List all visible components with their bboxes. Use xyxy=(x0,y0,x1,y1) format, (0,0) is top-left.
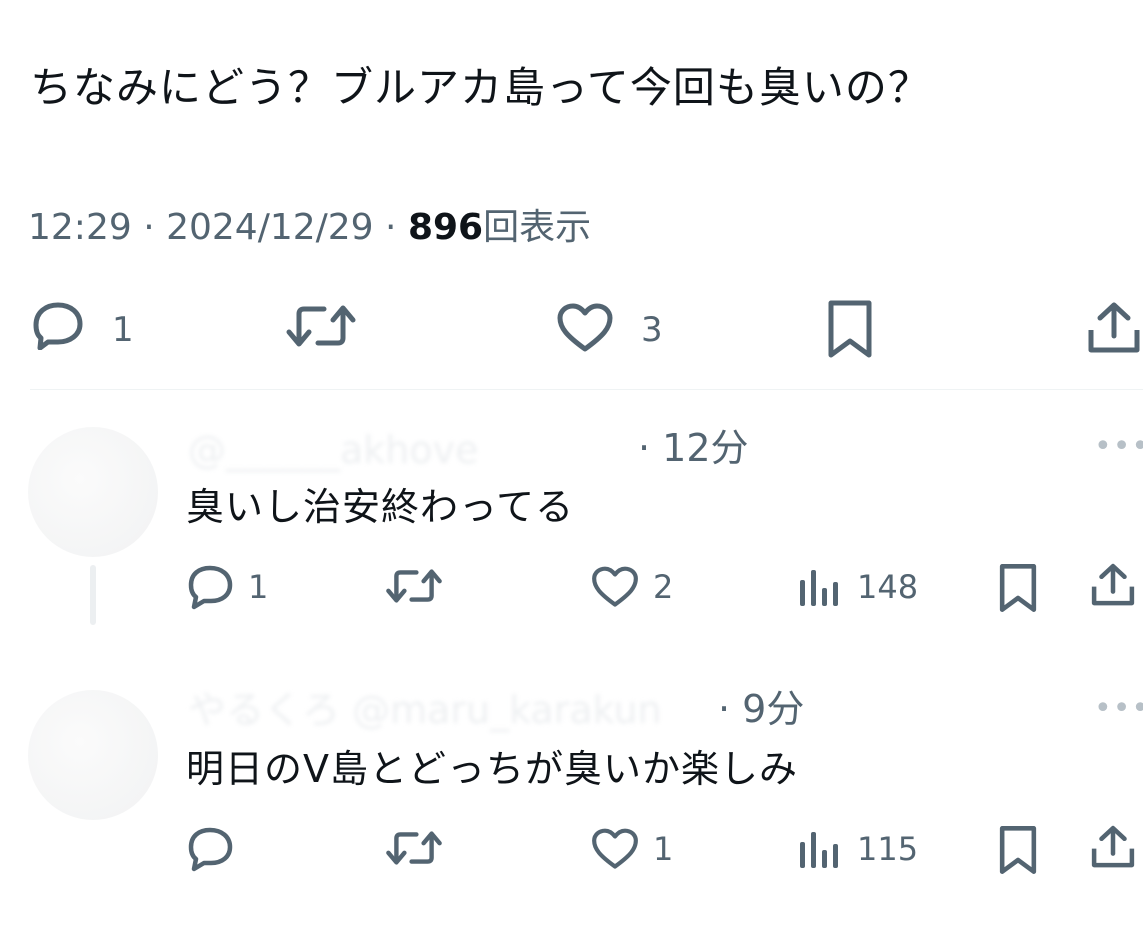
share-icon xyxy=(1091,563,1135,606)
reply-time-value[interactable]: 9分 xyxy=(742,687,804,731)
reply-icon xyxy=(188,565,233,610)
reply-handle[interactable]: やるくろ @maru_karakun xyxy=(188,688,662,732)
more-icon[interactable]: ••• xyxy=(1094,432,1143,462)
tweet-meta: 12:29 · 2024/12/29 · 896回表示 xyxy=(28,202,591,254)
bookmark-button[interactable] xyxy=(998,562,1038,614)
like-button[interactable] xyxy=(590,827,640,871)
reply-count: 1 xyxy=(248,568,269,606)
reply-icon xyxy=(33,302,83,350)
tweet-time[interactable]: 12:29 xyxy=(28,207,132,248)
like-icon xyxy=(592,828,638,869)
bookmark-icon xyxy=(999,826,1037,874)
avatar[interactable] xyxy=(28,690,158,820)
like-count: 3 xyxy=(641,310,663,350)
reply-icon xyxy=(188,827,233,872)
reply-text: 臭いし治安終わってる xyxy=(186,485,575,529)
retweet-button[interactable] xyxy=(386,826,442,870)
retweet-button[interactable] xyxy=(386,564,442,608)
retweet-icon xyxy=(286,305,356,347)
share-button[interactable] xyxy=(1086,300,1142,356)
like-button[interactable] xyxy=(590,565,640,609)
share-button[interactable] xyxy=(1090,562,1136,608)
views-label: 回表示 xyxy=(483,207,592,248)
views-icon xyxy=(800,570,838,606)
more-icon[interactable]: ••• xyxy=(1094,694,1143,724)
retweet-icon xyxy=(386,831,442,865)
share-icon xyxy=(1088,302,1140,353)
reply-text: 明日のV島とどっちが臭いか楽しみ xyxy=(186,747,798,791)
view-count: 148 xyxy=(857,568,919,606)
bookmark-button[interactable] xyxy=(826,298,874,360)
like-count: 2 xyxy=(653,568,674,606)
meta-separator: · xyxy=(373,207,408,248)
reply-button[interactable] xyxy=(186,564,236,610)
like-count: 1 xyxy=(653,830,674,868)
bookmark-button[interactable] xyxy=(998,824,1038,876)
tweet-date[interactable]: 2024/12/29 xyxy=(166,207,374,248)
avatar[interactable] xyxy=(28,427,158,557)
share-button[interactable] xyxy=(1090,824,1136,870)
view-count: 115 xyxy=(857,830,919,868)
views-icon xyxy=(800,832,838,868)
tweet-text: ちなみにどう？ブルアカ島って今回も臭いの？ xyxy=(30,63,931,112)
share-icon xyxy=(1091,825,1135,868)
reply-handle[interactable]: @______akhove xyxy=(188,428,479,472)
bookmark-icon xyxy=(999,564,1037,612)
bookmark-icon xyxy=(828,300,872,358)
reply-time: · 9分 xyxy=(718,687,804,731)
meta-separator: · xyxy=(718,687,743,731)
reply-time-value[interactable]: 12分 xyxy=(662,426,748,470)
retweet-icon xyxy=(386,569,442,603)
retweet-button[interactable] xyxy=(286,300,356,352)
views-button[interactable] xyxy=(797,828,839,870)
reply-button[interactable] xyxy=(186,826,236,872)
views-button[interactable] xyxy=(797,566,839,608)
like-button[interactable] xyxy=(555,302,615,354)
like-icon xyxy=(557,303,613,352)
reply-time: · 12分 xyxy=(638,426,749,470)
meta-separator: · xyxy=(638,426,663,470)
view-count: 896 xyxy=(407,207,484,248)
thread-line xyxy=(90,565,96,625)
reply-count: 1 xyxy=(112,310,134,350)
reply-button[interactable] xyxy=(28,300,86,350)
like-icon xyxy=(592,566,638,607)
meta-separator: · xyxy=(131,207,167,248)
divider xyxy=(30,389,1143,390)
